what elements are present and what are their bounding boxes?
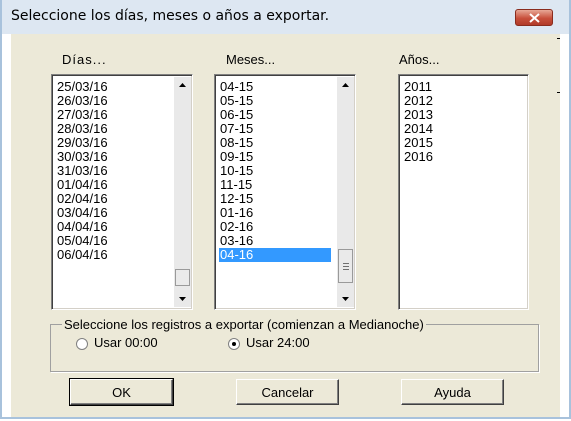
list-item[interactable]: 10-15 [219, 164, 331, 178]
group-legend: Seleccione los registros a exportar (com… [62, 317, 426, 332]
list-item[interactable]: 11-15 [219, 178, 331, 192]
list-item[interactable]: 28/03/16 [56, 122, 108, 136]
list-item[interactable]: 04-16 [219, 248, 331, 262]
months-listbox[interactable]: 04-15 05-15 06-15 07-15 08-15 09-15 10-15 11-15… [214, 74, 356, 310]
list-item[interactable]: 07-15 [219, 122, 331, 136]
scroll-down-button[interactable] [174, 290, 191, 307]
radio-selected-dot [232, 342, 236, 346]
list-item[interactable]: 03-16 [219, 234, 331, 248]
scroll-thumb[interactable] [338, 249, 353, 283]
months-list: 04-15 05-15 06-15 07-15 08-15 09-15 10-15 11-15… [219, 80, 331, 262]
radio-label-usar-2400[interactable]: Usar 24:00 [246, 335, 310, 350]
years-list: 2011 2012 2013 2014 2015 2016 [403, 80, 433, 164]
list-item[interactable]: 02-16 [219, 220, 331, 234]
days-label: Días... [62, 52, 107, 67]
arrow-up-icon [179, 83, 186, 87]
list-item[interactable]: 2016 [403, 150, 433, 164]
list-item[interactable]: 01/04/16 [56, 178, 108, 192]
list-item[interactable]: 02/04/16 [56, 192, 108, 206]
list-item[interactable]: 27/03/16 [56, 108, 108, 122]
radio-usar-2400[interactable] [228, 338, 240, 350]
months-scrollbar[interactable] [337, 77, 354, 307]
close-icon [529, 13, 540, 23]
list-item[interactable]: 09-15 [219, 150, 331, 164]
list-item[interactable]: 01-16 [219, 206, 331, 220]
grip-line [343, 266, 349, 267]
days-scrollbar[interactable] [174, 77, 191, 307]
list-item[interactable]: 2015 [403, 136, 433, 150]
grip-line [343, 269, 349, 270]
days-list: 25/03/16 26/03/16 27/03/16 28/03/16 29/03/16… [56, 80, 108, 262]
ok-button[interactable]: OK [69, 378, 174, 406]
scroll-up-button[interactable] [174, 77, 191, 94]
list-item[interactable]: 04/04/16 [56, 220, 108, 234]
arrow-down-icon [179, 297, 186, 301]
list-item[interactable]: 26/03/16 [56, 94, 108, 108]
close-button[interactable] [515, 9, 553, 26]
radio-label-usar-0000[interactable]: Usar 00:00 [94, 335, 158, 350]
title-bar[interactable]: Seleccione los días, meses o años a expo… [2, 0, 569, 34]
list-item[interactable]: 05/04/16 [56, 234, 108, 248]
radio-usar-0000[interactable] [76, 338, 88, 350]
edge-mark [557, 38, 560, 39]
list-item[interactable]: 03/04/16 [56, 206, 108, 220]
scroll-thumb[interactable] [175, 269, 190, 286]
list-item[interactable]: 06-15 [219, 108, 331, 122]
list-item[interactable]: 08-15 [219, 136, 331, 150]
list-item[interactable]: 2014 [403, 122, 433, 136]
window-title: Seleccione los días, meses o años a expo… [11, 8, 330, 24]
list-item[interactable]: 06/04/16 [56, 248, 108, 262]
help-button[interactable]: Ayuda [401, 379, 504, 405]
edge-mark [557, 92, 560, 93]
scroll-down-button[interactable] [337, 290, 354, 307]
scroll-up-button[interactable] [337, 77, 354, 94]
list-item[interactable]: 05-15 [219, 94, 331, 108]
list-item[interactable]: 30/03/16 [56, 150, 108, 164]
list-item[interactable]: 2012 [403, 94, 433, 108]
arrow-up-icon [342, 83, 349, 87]
arrow-down-icon [342, 297, 349, 301]
days-listbox[interactable]: 25/03/16 26/03/16 27/03/16 28/03/16 29/03/16… [51, 74, 193, 310]
grip-line [343, 263, 349, 264]
list-item[interactable]: 25/03/16 [56, 80, 108, 94]
dialog-body: Días... Meses... Años... 25/03/16 26/03/1… [11, 34, 560, 417]
list-item[interactable]: 31/03/16 [56, 164, 108, 178]
list-item[interactable]: 2011 [403, 80, 433, 94]
months-label: Meses... [226, 52, 276, 67]
list-item[interactable]: 04-15 [219, 80, 331, 94]
list-item[interactable]: 2013 [403, 108, 433, 122]
years-listbox[interactable]: 2011 2012 2013 2014 2015 2016 [398, 74, 529, 310]
dialog-window: Seleccione los días, meses o años a expo… [0, 0, 571, 419]
list-item[interactable]: 29/03/16 [56, 136, 108, 150]
years-label: Años... [399, 52, 440, 67]
list-item[interactable]: 12-15 [219, 192, 331, 206]
cancel-button[interactable]: Cancelar [236, 379, 339, 405]
